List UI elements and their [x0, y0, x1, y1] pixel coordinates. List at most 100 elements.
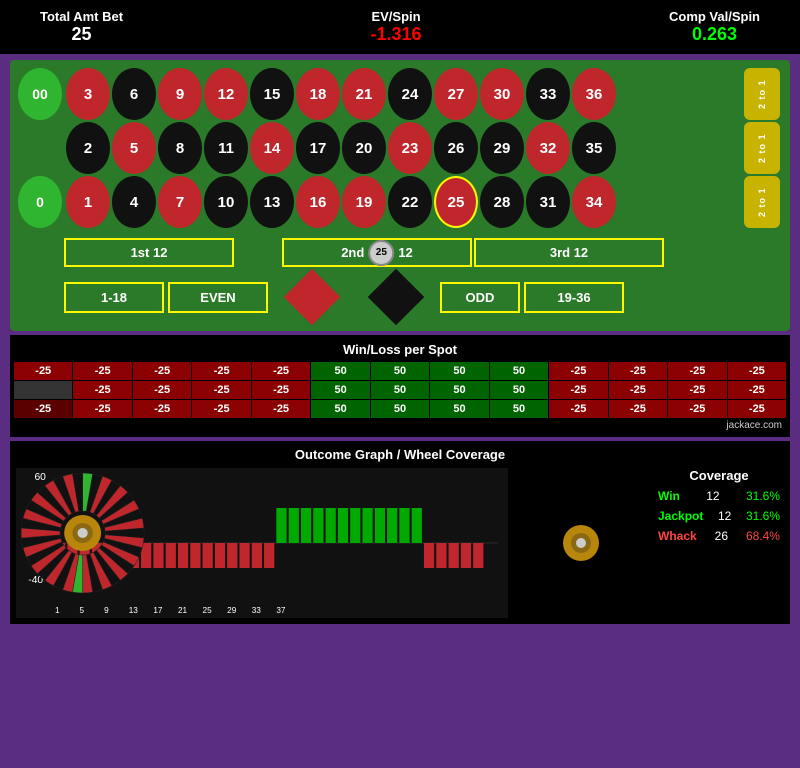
header-bar: Total Amt Bet 25 EV/Spin -1.316 Comp Val…: [0, 0, 800, 54]
total-amt-bet-label: Total Amt Bet: [40, 9, 123, 24]
num-35[interactable]: 35: [572, 122, 616, 174]
bet-black[interactable]: [356, 271, 436, 323]
num-33[interactable]: 33: [526, 68, 570, 120]
num-10[interactable]: 10: [204, 176, 248, 228]
num-29[interactable]: 29: [480, 122, 524, 174]
num-26[interactable]: 26: [434, 122, 478, 174]
wl-cell: -25: [549, 400, 607, 418]
wl-cell: -25: [192, 381, 250, 399]
cov-win-value: 12: [706, 489, 719, 503]
ev-spin-label: EV/Spin: [371, 9, 422, 24]
num-28[interactable]: 28: [480, 176, 524, 228]
winloss-title: Win/Loss per Spot: [14, 339, 786, 360]
ev-spin-col: EV/Spin -1.316: [371, 9, 422, 45]
dozen-3-box[interactable]: 3rd 12: [474, 238, 664, 267]
black-diamond-icon: [368, 269, 425, 326]
coverage-table: Coverage Win 12 31.6% Jackpot 12 31.6% W…: [654, 468, 784, 547]
wl-cell: -25: [192, 400, 250, 418]
wl-cell: 50: [490, 381, 548, 399]
wheel-svg: /* generated below */: [516, 478, 646, 608]
num-36[interactable]: 36: [572, 68, 616, 120]
num-1[interactable]: 1: [66, 176, 110, 228]
dozen-row: 1st 12 2nd 12 2nd 25 12 3rd 12: [18, 238, 782, 267]
roulette-table: 00 0 321 654 987 121110 151413 181716 21…: [10, 60, 790, 331]
wl-cell: -25: [549, 362, 607, 380]
num-30[interactable]: 30: [480, 68, 524, 120]
svg-text:5: 5: [80, 606, 85, 615]
number-columns: 321 654 987 121110 151413 181716 212019 …: [66, 68, 742, 228]
cov-jackpot-pct: 31.6%: [746, 509, 780, 523]
bet-19-36[interactable]: 19-36: [524, 282, 624, 313]
wl-cell: 50: [430, 400, 488, 418]
num-13[interactable]: 13: [250, 176, 294, 228]
bet-1-18[interactable]: 1-18: [64, 282, 164, 313]
dozen-1-box[interactable]: 1st 12: [64, 238, 234, 267]
cov-whack-label: Whack: [658, 529, 697, 543]
num-4[interactable]: 4: [112, 176, 156, 228]
num-7[interactable]: 7: [158, 176, 202, 228]
two-to-one-top[interactable]: 2 to 1: [744, 68, 780, 120]
wl-cell: -25: [73, 400, 131, 418]
wl-cell: 50: [311, 362, 369, 380]
winloss-area: Win/Loss per Spot -25 -25 -25 -25 -25 50…: [10, 335, 790, 437]
two-to-one-col: 2 to 1 2 to 1 2 to 1: [744, 68, 782, 228]
num-8[interactable]: 8: [158, 122, 202, 174]
num-24[interactable]: 24: [388, 68, 432, 120]
bet-even[interactable]: EVEN: [168, 282, 268, 313]
bar-chart: 60 40 20 0 -20 -40: [16, 468, 508, 618]
two-to-one-mid[interactable]: 2 to 1: [744, 122, 780, 174]
dozen-2-box[interactable]: 2nd 12 2nd 25 12: [282, 238, 472, 267]
num-27[interactable]: 27: [434, 68, 478, 120]
num-18[interactable]: 18: [296, 68, 340, 120]
wl-cell: -25: [728, 381, 786, 399]
wl-cell-highlight: -25: [14, 400, 72, 418]
wl-cell: -25: [133, 400, 191, 418]
wl-row-2: -25 -25 -25 -25 50 50 50 50 -25 -25 -25 …: [14, 381, 786, 399]
chip-on-2nd12: 25: [368, 240, 394, 266]
num-6[interactable]: 6: [112, 68, 156, 120]
num-19[interactable]: 19: [342, 176, 386, 228]
num-3[interactable]: 3: [66, 68, 110, 120]
svg-text:29: 29: [227, 606, 237, 615]
wl-cell: -25: [668, 381, 726, 399]
cov-win-pct: 31.6%: [746, 489, 780, 503]
num-17[interactable]: 17: [296, 122, 340, 174]
num-34[interactable]: 34: [572, 176, 616, 228]
svg-text:13: 13: [129, 606, 139, 615]
num-21[interactable]: 21: [342, 68, 386, 120]
double-zero[interactable]: 00: [18, 68, 62, 120]
ev-spin-value: -1.316: [371, 24, 422, 45]
svg-text:25: 25: [203, 606, 213, 615]
two-to-one-bot[interactable]: 2 to 1: [744, 176, 780, 228]
num-16[interactable]: 16: [296, 176, 340, 228]
wl-cell: 50: [371, 400, 429, 418]
wl-cell: -25: [609, 381, 667, 399]
total-amt-bet-col: Total Amt Bet 25: [40, 9, 123, 45]
wl-cell: 50: [430, 362, 488, 380]
wl-cell: -25: [609, 362, 667, 380]
num-25[interactable]: 25: [434, 176, 478, 228]
num-14[interactable]: 14: [250, 122, 294, 174]
num-2[interactable]: 2: [66, 122, 110, 174]
num-9[interactable]: 9: [158, 68, 202, 120]
bet-odd[interactable]: ODD: [440, 282, 520, 313]
num-22[interactable]: 22: [388, 176, 432, 228]
wl-cell: -25: [728, 362, 786, 380]
wl-cell: -25: [668, 400, 726, 418]
bet-red[interactable]: [272, 271, 352, 323]
jackace-credit: jackace.com: [14, 418, 786, 433]
num-23[interactable]: 23: [388, 122, 432, 174]
num-32[interactable]: 32: [526, 122, 570, 174]
single-zero[interactable]: 0: [18, 176, 62, 228]
num-11[interactable]: 11: [204, 122, 248, 174]
comp-val-spin-col: Comp Val/Spin 0.263: [669, 9, 760, 45]
coverage-title: Coverage: [654, 468, 784, 483]
cov-jackpot-value: 12: [718, 509, 731, 523]
svg-text:17: 17: [153, 606, 163, 615]
num-31[interactable]: 31: [526, 176, 570, 228]
num-5[interactable]: 5: [112, 122, 156, 174]
num-20[interactable]: 20: [342, 122, 386, 174]
wl-cell: -25: [192, 362, 250, 380]
num-12[interactable]: 12: [204, 68, 248, 120]
num-15[interactable]: 15: [250, 68, 294, 120]
